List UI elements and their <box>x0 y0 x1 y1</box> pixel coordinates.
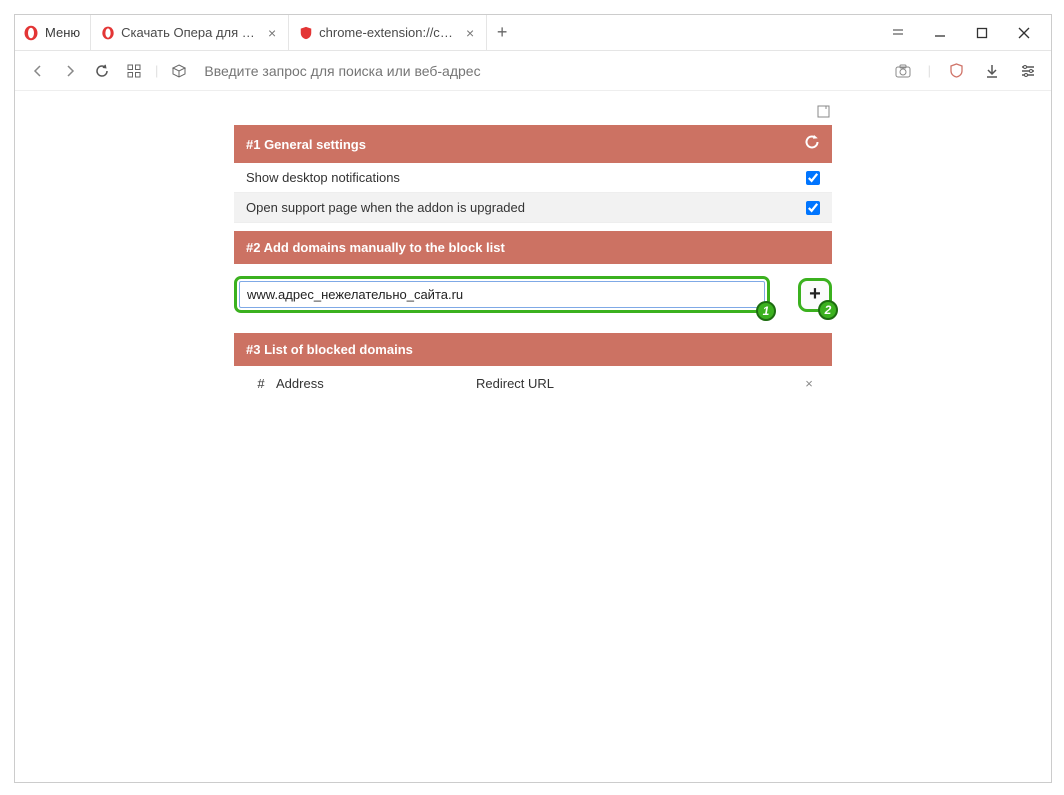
col-redirect: Redirect URL <box>476 376 798 391</box>
annotation-badge-2: 2 <box>818 300 838 320</box>
separator: | <box>155 63 158 78</box>
delete-column-icon[interactable]: × <box>798 376 820 391</box>
address-input[interactable] <box>200 59 881 83</box>
setting-label: Open support page when the addon is upgr… <box>246 200 806 215</box>
blocked-table-header: # Address Redirect URL × <box>234 366 832 401</box>
shield-icon <box>299 26 313 40</box>
setting-row-supportpage: Open support page when the addon is upgr… <box>234 193 832 223</box>
domain-input[interactable] <box>234 276 770 313</box>
refresh-icon[interactable] <box>804 134 820 154</box>
window-controls <box>877 15 1045 50</box>
section-head-add-domains: #2 Add domains manually to the block lis… <box>234 231 832 264</box>
add-button-wrap: + 2 <box>798 278 832 312</box>
close-icon[interactable]: × <box>462 25 478 41</box>
separator: | <box>928 63 931 78</box>
back-button[interactable] <box>27 60 49 82</box>
section-head-general: #1 General settings <box>234 125 832 163</box>
section-title: #1 General settings <box>246 137 366 152</box>
checkbox-notifications[interactable] <box>806 171 820 185</box>
speed-dial-icon[interactable] <box>123 60 145 82</box>
forward-button[interactable] <box>59 60 81 82</box>
page-content: #1 General settings Show desktop notific… <box>15 91 1051 782</box>
settings-panel: #1 General settings Show desktop notific… <box>234 125 832 401</box>
browser-window: Меню Скачать Опера для компь × chrome-ex… <box>14 14 1052 783</box>
close-icon[interactable]: × <box>264 25 280 41</box>
camera-icon[interactable] <box>892 60 914 82</box>
domain-input-wrap: 1 <box>234 276 770 313</box>
tab-title: chrome-extension://chnfki <box>319 25 456 40</box>
col-hash: # <box>246 376 276 391</box>
cube-icon[interactable] <box>168 60 190 82</box>
section-head-blocked-list: #3 List of blocked domains <box>234 333 832 366</box>
more-icon[interactable] <box>877 15 919 50</box>
popout-icon[interactable] <box>817 105 830 121</box>
address-toolbar: | | <box>15 51 1051 91</box>
minimize-button[interactable] <box>919 15 961 50</box>
col-address: Address <box>276 376 476 391</box>
tab-0[interactable]: Скачать Опера для компь × <box>91 15 289 50</box>
extension-shield-icon[interactable] <box>945 60 967 82</box>
anchor-row <box>234 101 832 125</box>
close-window-button[interactable] <box>1003 15 1045 50</box>
tab-strip: Меню Скачать Опера для компь × chrome-ex… <box>15 15 1051 51</box>
checkbox-supportpage[interactable] <box>806 201 820 215</box>
menu-button[interactable]: Меню <box>15 15 91 50</box>
add-domain-row: 1 + 2 <box>234 264 832 325</box>
maximize-button[interactable] <box>961 15 1003 50</box>
opera-icon <box>23 25 39 41</box>
section-title: #3 List of blocked domains <box>246 342 413 357</box>
menu-label: Меню <box>45 25 80 40</box>
setting-label: Show desktop notifications <box>246 170 806 185</box>
new-tab-button[interactable]: + <box>487 15 517 50</box>
section-title: #2 Add domains manually to the block lis… <box>246 240 505 255</box>
download-icon[interactable] <box>981 60 1003 82</box>
tab-1[interactable]: chrome-extension://chnfki × <box>289 15 487 50</box>
annotation-badge-1: 1 <box>756 301 776 321</box>
reload-button[interactable] <box>91 60 113 82</box>
settings-icon[interactable] <box>1017 60 1039 82</box>
tab-title: Скачать Опера для компь <box>121 25 258 40</box>
opera-icon <box>101 26 115 40</box>
setting-row-notifications: Show desktop notifications <box>234 163 832 193</box>
